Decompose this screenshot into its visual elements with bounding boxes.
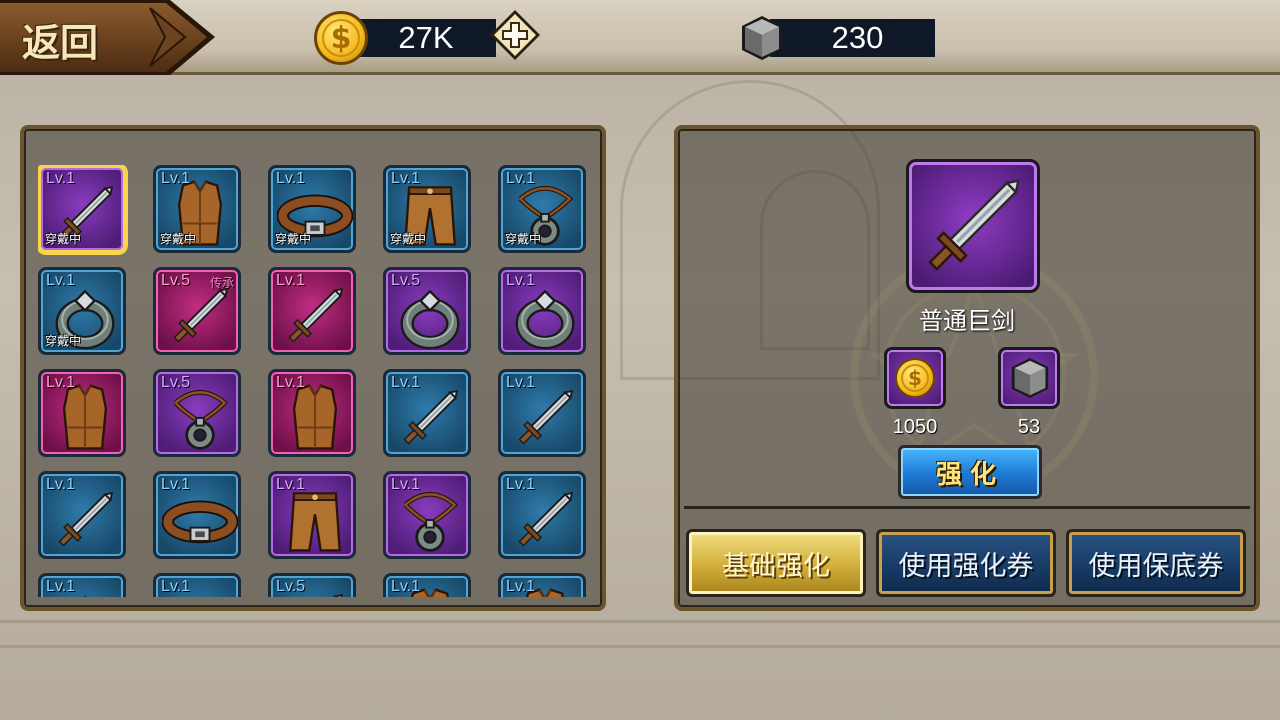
item-level: Lv.1 xyxy=(46,170,76,187)
item-level: Lv.1 xyxy=(506,272,536,289)
inventory-slot[interactable]: Lv.1 xyxy=(498,573,586,597)
inventory-slot[interactable]: Lv.1 xyxy=(268,471,356,559)
stone-counter: 230 xyxy=(770,19,935,57)
inventory-slot[interactable]: Lv.1 xyxy=(383,573,471,597)
inventory-slot[interactable]: Lv.1 xyxy=(38,471,126,559)
stone-cost: 53 xyxy=(1017,416,1041,438)
inventory-slot[interactable]: Lv.1 穿戴中 xyxy=(38,165,126,253)
enhance-stone-icon xyxy=(1011,358,1049,398)
item-level: Lv.1 xyxy=(506,476,536,493)
item-level: Lv.1 xyxy=(391,578,421,595)
enhance-button[interactable]: 强化 xyxy=(898,445,1042,499)
tab-enhance-ticket[interactable]: 使用强化券 xyxy=(876,529,1056,597)
add-gold-button[interactable] xyxy=(488,8,542,62)
inventory-slot[interactable]: Lv.1 xyxy=(268,369,356,457)
item-level: Lv.1 xyxy=(276,272,306,289)
inventory-slot[interactable]: Lv.1 穿戴中 xyxy=(268,165,356,253)
legacy-badge: 传承 xyxy=(209,276,234,290)
inventory-slot[interactable]: Lv.1 xyxy=(498,267,586,355)
inventory-slot[interactable]: Lv.1 穿戴中 xyxy=(153,165,241,253)
item-level: Lv.5 xyxy=(391,272,421,289)
item-level: Lv.1 xyxy=(46,476,76,493)
item-level: Lv.1 xyxy=(276,374,306,391)
inventory-slot[interactable]: Lv.1 xyxy=(153,573,241,597)
plus-icon xyxy=(490,10,540,60)
back-label: 返回 xyxy=(22,21,99,65)
item-level: Lv.1 xyxy=(276,476,306,493)
inventory-slot[interactable]: Lv.1 xyxy=(498,369,586,457)
inventory-slot[interactable]: Lv.5 xyxy=(268,573,356,597)
inventory-slot[interactable]: Lv.1 xyxy=(153,471,241,559)
equipped-badge: 穿戴中 xyxy=(390,232,427,246)
inventory-slot[interactable]: Lv.5 xyxy=(383,267,471,355)
inventory-slot[interactable]: Lv.5 传承 xyxy=(153,267,241,355)
gold-coin-icon: $ xyxy=(895,358,935,398)
tab-guarantee-ticket[interactable]: 使用保底券 xyxy=(1066,529,1246,597)
gold-cost: 1050 xyxy=(892,416,938,438)
equipped-badge: 穿戴中 xyxy=(45,334,82,348)
selected-item-slot xyxy=(906,159,1040,293)
top-bar: 返回 27K $ 230 xyxy=(0,0,1280,75)
detail-panel: 普通巨剑 $ 1050 53 强化 基础强化 使用强化券 使用保底券 xyxy=(674,125,1260,611)
item-level: Lv.1 xyxy=(391,374,421,391)
inventory-grid[interactable]: Lv.1 穿戴中 Lv.1 穿戴中 Lv.1 穿戴中 Lv.1 穿戴中 Lv.1 穿戴中 … xyxy=(38,165,594,597)
item-level: Lv.1 xyxy=(506,578,536,595)
item-level: Lv.5 xyxy=(161,374,191,391)
item-level: Lv.1 xyxy=(46,374,76,391)
gold-amount: 27K xyxy=(398,20,454,55)
inventory-slot[interactable]: Lv.1 xyxy=(383,471,471,559)
sword-icon xyxy=(928,179,1020,271)
item-level: Lv.1 xyxy=(506,170,536,187)
item-level: Lv.1 xyxy=(46,272,76,289)
inventory-slot[interactable]: Lv.1 穿戴中 xyxy=(383,165,471,253)
item-name: 普通巨剑 xyxy=(919,307,1015,335)
equipped-badge: 穿戴中 xyxy=(160,232,197,246)
inventory-slot[interactable]: Lv.1 xyxy=(38,369,126,457)
stone-cost-slot xyxy=(998,347,1060,409)
equipped-badge: 穿戴中 xyxy=(505,232,542,246)
back-button[interactable]: 返回 xyxy=(0,0,215,75)
item-level: Lv.1 xyxy=(161,170,191,187)
inventory-slot[interactable]: Lv.1 xyxy=(38,573,126,597)
item-level: Lv.1 xyxy=(391,476,421,493)
item-level: Lv.1 xyxy=(161,476,191,493)
item-detail: 普通巨剑 $ 1050 53 强化 xyxy=(684,135,1250,509)
inventory-panel: Lv.1 穿戴中 Lv.1 穿戴中 Lv.1 穿戴中 Lv.1 穿戴中 Lv.1 穿戴中 … xyxy=(20,125,606,611)
gold-coin-icon: $ xyxy=(314,11,368,65)
stone-amount: 230 xyxy=(831,20,884,55)
item-level: Lv.1 xyxy=(161,578,191,595)
inventory-slot[interactable]: Lv.1 xyxy=(268,267,356,355)
item-level: Lv.1 xyxy=(506,374,536,391)
inventory-slot[interactable]: Lv.1 穿戴中 xyxy=(38,267,126,355)
item-level: Lv.5 xyxy=(161,272,191,289)
equipped-badge: 穿戴中 xyxy=(275,232,312,246)
item-level: Lv.1 xyxy=(46,578,76,595)
enhance-stone-icon xyxy=(742,16,782,60)
item-level: Lv.1 xyxy=(276,170,306,187)
tab-basic-enhance[interactable]: 基础强化 xyxy=(686,529,866,597)
item-level: Lv.5 xyxy=(276,578,306,595)
inventory-slot[interactable]: Lv.5 xyxy=(153,369,241,457)
inventory-slot[interactable]: Lv.1 xyxy=(383,369,471,457)
inventory-slot[interactable]: Lv.1 穿戴中 xyxy=(498,165,586,253)
equipped-badge: 穿戴中 xyxy=(45,232,82,246)
gold-cost-slot: $ xyxy=(884,347,946,409)
inventory-slot[interactable]: Lv.1 xyxy=(498,471,586,559)
item-level: Lv.1 xyxy=(391,170,421,187)
